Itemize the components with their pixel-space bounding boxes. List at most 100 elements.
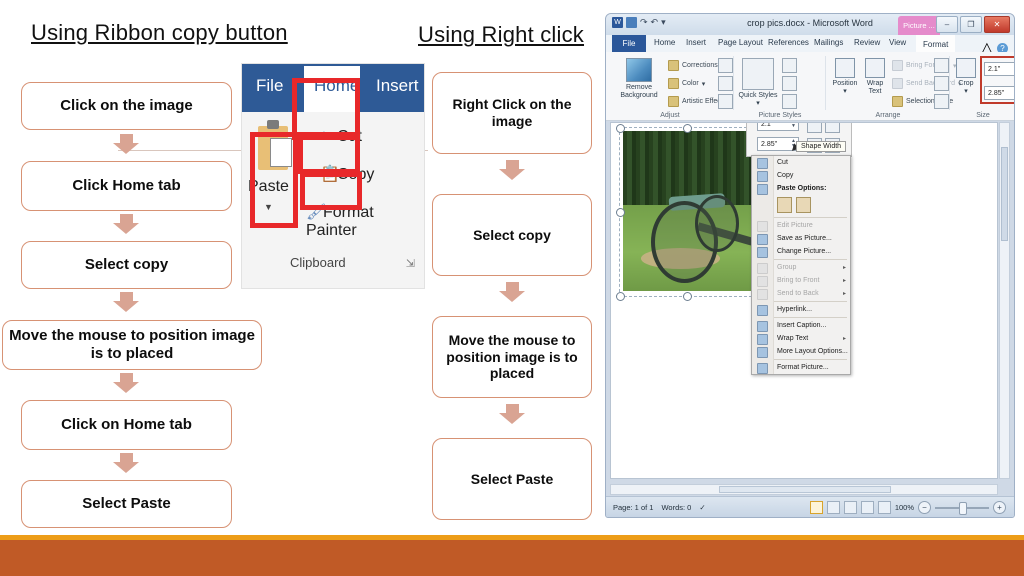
mini-height-down-arrow-icon[interactable]: ▼ bbox=[791, 124, 796, 129]
corrections-button[interactable]: Corrections▾ bbox=[668, 60, 724, 71]
horizontal-scrollbar[interactable] bbox=[610, 484, 998, 495]
draft-view-button[interactable] bbox=[877, 501, 891, 514]
context-item-send-to-back[interactable]: Send to Back ▸ bbox=[752, 287, 850, 300]
context-item-hyperlink[interactable]: Hyperlink... bbox=[752, 303, 850, 316]
flow-box-left-4[interactable]: Move the mouse to position image is to p… bbox=[2, 320, 262, 370]
context-item-format-picture[interactable]: Format Picture... bbox=[752, 361, 850, 374]
print-layout-view-button[interactable] bbox=[809, 501, 823, 514]
flow-box-right-2[interactable]: Select copy bbox=[432, 194, 592, 276]
context-item-insert-caption[interactable]: Insert Caption... bbox=[752, 319, 850, 332]
context-item-edit-picture[interactable]: Edit Picture bbox=[752, 219, 850, 232]
maximize-button[interactable]: ❐ bbox=[960, 16, 982, 33]
tab-home[interactable]: Home bbox=[654, 38, 675, 47]
change-picture-icon[interactable] bbox=[718, 76, 733, 91]
color-button[interactable]: Color ▾ bbox=[668, 78, 705, 89]
flow-box-right-1[interactable]: Right Click on the image bbox=[432, 72, 592, 154]
align-icon[interactable] bbox=[934, 58, 949, 73]
context-item-cut[interactable]: Cut bbox=[752, 156, 850, 169]
flow-box-right-3[interactable]: Move the mouse to position image is to p… bbox=[432, 316, 592, 398]
tab-page-layout[interactable]: Page Layout bbox=[718, 38, 763, 47]
selection-pane-icon bbox=[892, 96, 903, 107]
context-item-paste-options[interactable]: Paste Options: bbox=[752, 182, 850, 195]
picture-border-icon[interactable] bbox=[782, 58, 797, 73]
wrap-text-button[interactable]: Wrap Text bbox=[860, 58, 890, 96]
outline-view-button[interactable] bbox=[860, 501, 874, 514]
tab-file[interactable]: File bbox=[612, 35, 646, 52]
tab-mailings[interactable]: Mailings bbox=[814, 38, 843, 47]
clipboard-dialog-launcher-icon[interactable]: ⇲ bbox=[406, 257, 415, 270]
flow-box-left-1[interactable]: Click on the image bbox=[21, 82, 232, 130]
quick-styles-button[interactable]: Quick Styles ▾ bbox=[738, 92, 778, 108]
tab-insert[interactable]: Insert bbox=[686, 38, 706, 47]
context-item-copy[interactable]: Copy bbox=[752, 169, 850, 182]
paste-picture-icon[interactable] bbox=[796, 197, 811, 213]
word-count[interactable]: Words: 0 bbox=[661, 503, 691, 512]
zoom-out-button[interactable]: − bbox=[918, 501, 931, 514]
window-controls[interactable]: – ❐ ✕ bbox=[936, 16, 1010, 33]
slide-canvas: Using Ribbon copy button Click on the im… bbox=[0, 0, 1024, 576]
ribbon-tab-insert[interactable]: Insert bbox=[376, 76, 419, 96]
tab-references[interactable]: References bbox=[768, 38, 809, 47]
selection-handle-tm[interactable] bbox=[683, 124, 692, 133]
context-item-bring-to-front[interactable]: Bring to Front ▸ bbox=[752, 274, 850, 287]
paste-keep-formatting-icon[interactable] bbox=[777, 197, 792, 213]
flow-arrow-right-1 bbox=[499, 160, 525, 180]
cannon-photo[interactable] bbox=[623, 131, 751, 291]
mini-copy-icon[interactable] bbox=[807, 123, 822, 133]
flow-box-left-5[interactable]: Click on Home tab bbox=[21, 400, 232, 450]
vertical-scroll-thumb[interactable] bbox=[1001, 147, 1008, 241]
picture-layout-icon[interactable] bbox=[782, 94, 797, 109]
chevron-right-icon: ▸ bbox=[842, 278, 846, 284]
word-document-canvas[interactable]: 2.1" ▲ ▼ 2.85" ▲ ▼ Shape Width bbox=[610, 122, 998, 479]
picture-style-gallery-icon[interactable] bbox=[742, 58, 774, 90]
ribbon-tab-file[interactable]: File bbox=[256, 76, 283, 96]
full-screen-view-button[interactable] bbox=[826, 501, 840, 514]
picture-effects-icon[interactable] bbox=[782, 76, 797, 91]
mini-paste-icon[interactable] bbox=[825, 123, 840, 133]
web-layout-view-button[interactable] bbox=[843, 501, 857, 514]
picture-context-menu[interactable]: Cut Copy Paste Options: Edit Picture Sav… bbox=[751, 155, 851, 375]
context-item-change-picture[interactable]: Change Picture... bbox=[752, 245, 850, 258]
zoom-slider-knob[interactable] bbox=[959, 501, 967, 515]
edit-picture-icon bbox=[757, 221, 768, 232]
close-button[interactable]: ✕ bbox=[984, 16, 1010, 33]
flow-box-right-4[interactable]: Select Paste bbox=[432, 438, 592, 520]
reset-picture-icon[interactable] bbox=[718, 94, 733, 109]
group-label-picture-styles: Picture Styles bbox=[758, 112, 802, 119]
zoom-slider[interactable] bbox=[935, 501, 989, 515]
change-picture-icon bbox=[757, 247, 768, 258]
crop-button[interactable]: Crop ▾ bbox=[952, 58, 980, 96]
cut-icon bbox=[757, 158, 768, 169]
selection-handle-bl[interactable] bbox=[616, 292, 625, 301]
horizontal-scroll-thumb[interactable] bbox=[719, 486, 891, 493]
send-backward-icon bbox=[892, 78, 903, 89]
page-indicator[interactable]: Page: 1 of 1 bbox=[613, 503, 653, 512]
zoom-in-button[interactable]: + bbox=[993, 501, 1006, 514]
context-item-more-layout[interactable]: More Layout Options... bbox=[752, 345, 850, 358]
tab-view[interactable]: View bbox=[889, 38, 906, 47]
flow-box-left-2[interactable]: Click Home tab bbox=[21, 161, 232, 211]
minimize-button[interactable]: – bbox=[936, 16, 958, 33]
word-window: W ↷ ↶ ▾ crop pics.docx - Microsoft Word … bbox=[605, 13, 1015, 518]
context-item-group[interactable]: Group ▸ bbox=[752, 261, 850, 274]
proofing-icon[interactable]: ✓ bbox=[699, 503, 705, 512]
context-item-wrap-text[interactable]: Wrap Text ▸ bbox=[752, 332, 850, 345]
context-item-save-as-picture[interactable]: Save as Picture... bbox=[752, 232, 850, 245]
left-column-heading: Using Ribbon copy button bbox=[31, 20, 288, 45]
flow-box-left-6[interactable]: Select Paste bbox=[21, 480, 232, 528]
zoom-level[interactable]: 100% bbox=[895, 503, 914, 512]
selection-handle-ml[interactable] bbox=[616, 208, 625, 217]
selection-handle-bm[interactable] bbox=[683, 292, 692, 301]
selection-handle-tl[interactable] bbox=[616, 124, 625, 133]
vertical-scrollbar[interactable] bbox=[999, 122, 1010, 479]
compress-pictures-icon[interactable] bbox=[718, 58, 733, 73]
remove-background-button[interactable]: Remove Background bbox=[614, 58, 664, 100]
ribbon-screenshot: File Home Insert Paste ▼ ✂ Cut 📋Copy 🖌For… bbox=[242, 64, 424, 288]
group-label-size: Size bbox=[976, 112, 990, 119]
group-objects-icon[interactable] bbox=[934, 76, 949, 91]
tab-review[interactable]: Review bbox=[854, 38, 880, 47]
position-button[interactable]: Position ▾ bbox=[830, 58, 860, 96]
rotate-icon[interactable] bbox=[934, 94, 949, 109]
mini-shape-height-field[interactable]: 2.1" ▲ ▼ bbox=[757, 123, 799, 131]
flow-box-left-3[interactable]: Select copy bbox=[21, 241, 232, 289]
